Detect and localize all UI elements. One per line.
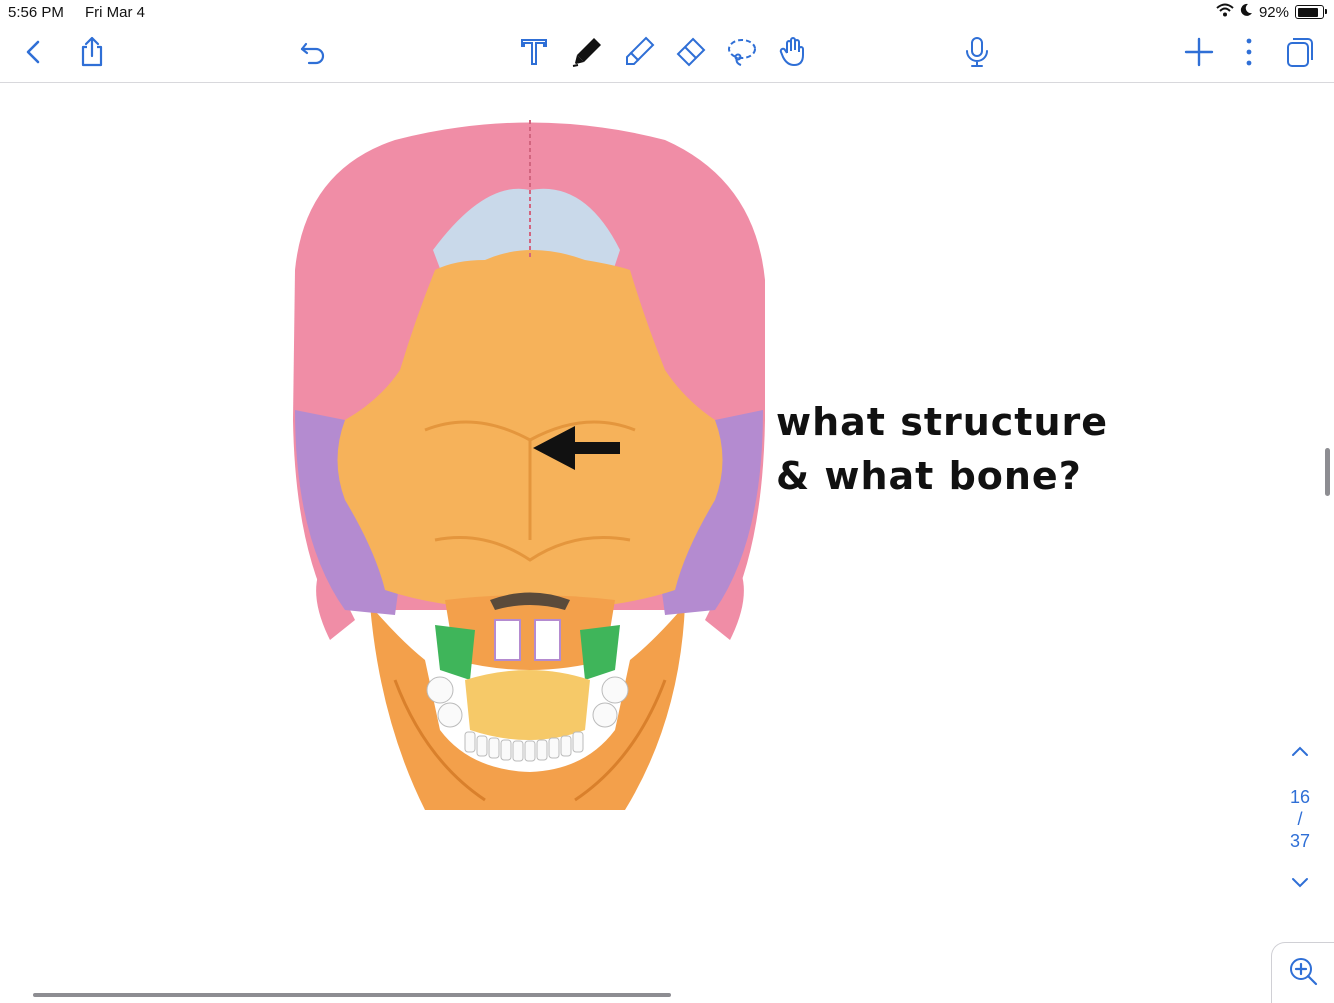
undo-icon (296, 35, 330, 74)
share-icon (75, 35, 109, 74)
moon-icon (1240, 3, 1253, 21)
add-button[interactable] (1179, 34, 1219, 74)
handwriting-line-2: & what bone? (776, 454, 1082, 498)
status-indicators: 92% (1216, 3, 1327, 21)
vertical-scrollbar[interactable] (1325, 448, 1330, 496)
highlighter-tool-icon (622, 35, 656, 74)
wifi-icon (1216, 3, 1234, 21)
chevron-down-icon (1290, 874, 1310, 898)
hand-tool-button[interactable] (773, 34, 813, 74)
text-tool-button[interactable] (514, 34, 554, 74)
pages-icon (1282, 35, 1316, 74)
battery-percent: 92% (1258, 3, 1289, 21)
handwriting-line-1: what structure (776, 400, 1109, 444)
current-page: 16 (1289, 787, 1311, 807)
microphone-button[interactable] (957, 34, 997, 74)
hand-tool-icon (776, 35, 810, 74)
status-date: Fri Mar 4 (85, 4, 145, 21)
lasso-tool-button[interactable] (722, 34, 762, 74)
back-chevron-icon (17, 35, 51, 74)
skull-illustration (293, 120, 765, 810)
total-pages: 37 (1289, 831, 1311, 851)
page-indicator: 16 / 37 (1278, 786, 1322, 852)
more-icon (1232, 35, 1266, 74)
eraser-tool-icon (673, 35, 707, 74)
text-tool-icon (517, 35, 551, 74)
zoom-in-icon (1287, 955, 1319, 992)
previous-page-button[interactable] (1278, 742, 1322, 766)
page-navigator: 16 / 37 (1278, 742, 1322, 898)
undo-button[interactable] (293, 34, 333, 74)
next-page-button[interactable] (1278, 874, 1322, 898)
zoom-button[interactable] (1271, 942, 1334, 1003)
pen-tool-icon (570, 35, 604, 74)
eraser-tool-button[interactable] (670, 34, 710, 74)
horizontal-scrollbar[interactable] (33, 993, 671, 997)
page-separator: / (1297, 809, 1303, 829)
back-button[interactable] (14, 34, 54, 74)
share-button[interactable] (72, 34, 112, 74)
pen-tool-button[interactable] (567, 34, 607, 74)
battery-fill (1297, 7, 1318, 17)
pages-button[interactable] (1279, 34, 1319, 74)
battery-icon (1295, 5, 1327, 19)
status-time: 5:56 PM (8, 4, 64, 21)
toolbar (0, 26, 1334, 83)
chevron-up-icon (1290, 742, 1310, 766)
more-button[interactable] (1229, 34, 1269, 74)
lasso-tool-icon (725, 35, 759, 74)
add-icon (1182, 35, 1216, 74)
highlighter-tool-button[interactable] (619, 34, 659, 74)
microphone-icon (960, 35, 994, 74)
status-bar: 5:56 PM Fri Mar 4 92% (0, 0, 1334, 26)
handwritten-note: what structure & what bone? (776, 395, 1136, 503)
